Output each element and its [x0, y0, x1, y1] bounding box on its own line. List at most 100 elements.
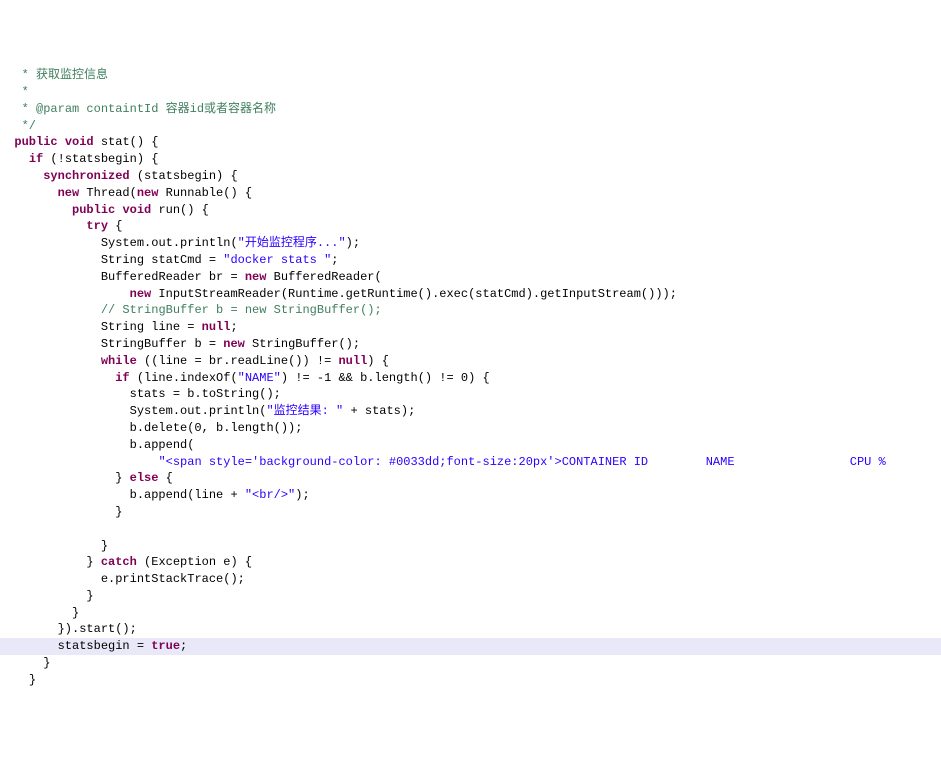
- code-token-normal: BufferedReader br =: [101, 270, 245, 284]
- code-line[interactable]: while ((line = br.readLine()) != null) {: [0, 353, 941, 370]
- code-line[interactable]: }: [0, 504, 941, 521]
- code-token-normal: StringBuffer();: [245, 337, 360, 351]
- code-token-keyword: void: [65, 135, 94, 149]
- code-line[interactable]: if (line.indexOf("NAME") != -1 && b.leng…: [0, 370, 941, 387]
- code-token-normal: b.append(: [130, 438, 195, 452]
- code-token-normal: stats = b.toString();: [130, 387, 281, 401]
- code-token-normal: BufferedReader(: [266, 270, 381, 284]
- code-editor[interactable]: * 获取监控信息 * * @param containtId 容器id或者容器名…: [0, 67, 941, 688]
- code-token-keyword: while: [101, 354, 137, 368]
- code-token-comment: *: [22, 85, 36, 99]
- code-token-normal: ;: [331, 253, 338, 267]
- code-line[interactable]: }: [0, 588, 941, 605]
- code-line[interactable]: }: [0, 655, 941, 672]
- code-line[interactable]: }: [0, 605, 941, 622]
- code-token-string: "<br/>": [245, 488, 295, 502]
- code-token-keyword: synchronized: [43, 169, 129, 183]
- code-token-comment: */: [22, 119, 36, 133]
- code-token-normal: (line.indexOf(: [130, 371, 238, 385]
- code-line[interactable]: } catch (Exception e) {: [0, 554, 941, 571]
- code-token-keyword: null: [202, 320, 231, 334]
- code-token-normal: {: [158, 471, 172, 485]
- code-line[interactable]: } else {: [0, 470, 941, 487]
- code-line[interactable]: b.append(: [0, 437, 941, 454]
- code-line[interactable]: StringBuffer b = new StringBuffer();: [0, 336, 941, 353]
- code-token-normal: e.printStackTrace();: [101, 572, 245, 586]
- code-line[interactable]: }: [0, 538, 941, 555]
- code-line[interactable]: synchronized (statsbegin) {: [0, 168, 941, 185]
- code-token-comment: * @param containtId 容器id或者容器名称: [22, 102, 276, 116]
- code-token-normal: + stats);: [343, 404, 415, 418]
- code-line[interactable]: "<span style='background-color: #0033dd;…: [0, 454, 941, 471]
- code-token-keyword: new: [137, 186, 159, 200]
- code-token-normal: }: [72, 606, 79, 620]
- code-line[interactable]: public void run() {: [0, 202, 941, 219]
- code-line[interactable]: try {: [0, 218, 941, 235]
- code-line[interactable]: new InputStreamReader(Runtime.getRuntime…: [0, 286, 941, 303]
- code-token-normal: Thread(: [79, 186, 137, 200]
- code-token-string: "docker stats ": [223, 253, 331, 267]
- code-token-normal: [58, 135, 65, 149]
- code-line[interactable]: }: [0, 672, 941, 689]
- code-token-keyword: if: [115, 371, 129, 385]
- code-token-normal: String statCmd =: [101, 253, 223, 267]
- code-token-keyword: void: [122, 203, 151, 217]
- code-token-keyword: new: [245, 270, 267, 284]
- code-line[interactable]: if (!statsbegin) {: [0, 151, 941, 168]
- code-line[interactable]: */: [0, 118, 941, 135]
- code-token-normal: ) != -1 && b.length() != 0) {: [281, 371, 490, 385]
- code-token-normal: String line =: [101, 320, 202, 334]
- code-line[interactable]: statsbegin = true;: [0, 638, 941, 655]
- code-token-keyword: try: [86, 219, 108, 233]
- code-token-normal: System.out.println(: [130, 404, 267, 418]
- code-token-normal: run() {: [151, 203, 209, 217]
- code-token-keyword: public: [14, 135, 57, 149]
- code-line[interactable]: // StringBuffer b = new StringBuffer();: [0, 302, 941, 319]
- code-token-keyword: else: [130, 471, 159, 485]
- code-line[interactable]: public void stat() {: [0, 134, 941, 151]
- code-line[interactable]: stats = b.toString();: [0, 386, 941, 403]
- code-line[interactable]: }).start();: [0, 621, 941, 638]
- code-line[interactable]: * 获取监控信息: [0, 67, 941, 84]
- code-token-normal: StringBuffer b =: [101, 337, 223, 351]
- code-line[interactable]: System.out.println("开始监控程序...");: [0, 235, 941, 252]
- code-token-normal: ) {: [367, 354, 389, 368]
- code-token-keyword: new: [130, 287, 152, 301]
- code-token-normal: }).start();: [58, 622, 137, 636]
- code-token-normal: }: [115, 505, 122, 519]
- code-token-normal: }: [29, 673, 36, 687]
- code-line[interactable]: [0, 521, 941, 538]
- code-token-string: "开始监控程序...": [238, 236, 346, 250]
- code-token-normal: (Exception e) {: [137, 555, 252, 569]
- code-token-normal: );: [295, 488, 309, 502]
- code-token-normal: ;: [180, 639, 187, 653]
- code-token-normal: statsbegin =: [58, 639, 152, 653]
- code-token-normal: }: [86, 555, 100, 569]
- code-line[interactable]: *: [0, 84, 941, 101]
- code-token-normal: }: [43, 656, 50, 670]
- code-line[interactable]: String statCmd = "docker stats ";: [0, 252, 941, 269]
- code-line[interactable]: System.out.println("监控结果: " + stats);: [0, 403, 941, 420]
- code-line[interactable]: e.printStackTrace();: [0, 571, 941, 588]
- code-token-string: "NAME": [238, 371, 281, 385]
- code-token-comment: // StringBuffer b = new StringBuffer();: [101, 303, 382, 317]
- code-token-normal: ;: [230, 320, 237, 334]
- code-token-keyword: public: [72, 203, 115, 217]
- code-line[interactable]: b.append(line + "<br/>");: [0, 487, 941, 504]
- code-token-normal: InputStreamReader(Runtime.getRuntime().e…: [151, 287, 677, 301]
- code-line[interactable]: BufferedReader br = new BufferedReader(: [0, 269, 941, 286]
- code-token-keyword: if: [29, 152, 43, 166]
- code-line[interactable]: new Thread(new Runnable() {: [0, 185, 941, 202]
- code-token-normal: {: [108, 219, 122, 233]
- code-token-normal: );: [346, 236, 360, 250]
- code-token-normal: }: [86, 589, 93, 603]
- code-token-keyword: null: [338, 354, 367, 368]
- code-token-string: "<span style='background-color: #0033dd;…: [158, 455, 941, 469]
- code-token-normal: System.out.println(: [101, 236, 238, 250]
- code-token-normal: b.delete(0, b.length());: [130, 421, 303, 435]
- code-line[interactable]: String line = null;: [0, 319, 941, 336]
- code-line[interactable]: * @param containtId 容器id或者容器名称: [0, 101, 941, 118]
- code-token-normal: (statsbegin) {: [130, 169, 238, 183]
- code-token-normal: (!statsbegin) {: [43, 152, 158, 166]
- code-line[interactable]: b.delete(0, b.length());: [0, 420, 941, 437]
